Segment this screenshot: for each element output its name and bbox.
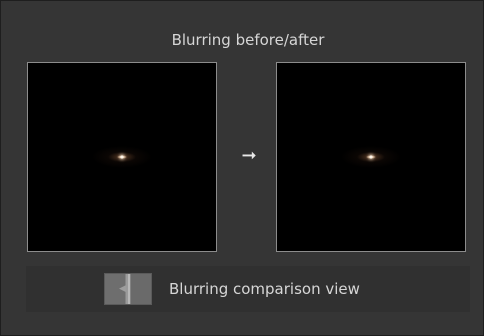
preview-after xyxy=(276,62,466,252)
panel-title: Blurring before/after xyxy=(171,31,325,49)
comparison-view-button[interactable]: ◂ Blurring comparison view xyxy=(26,266,470,312)
star-point-icon xyxy=(369,155,373,159)
split-divider xyxy=(128,274,130,304)
split-compare-icon[interactable]: ◂ xyxy=(104,273,152,305)
right-arrow-icon: ➞ xyxy=(241,145,257,166)
blur-preview-panel: Blurring before/after ➞ ◂ Blurring compa… xyxy=(0,0,484,336)
comparison-view-label: Blurring comparison view xyxy=(169,280,360,298)
split-arrow-icon: ◂ xyxy=(119,281,126,296)
star-point-icon xyxy=(120,155,124,159)
preview-before xyxy=(27,62,217,252)
